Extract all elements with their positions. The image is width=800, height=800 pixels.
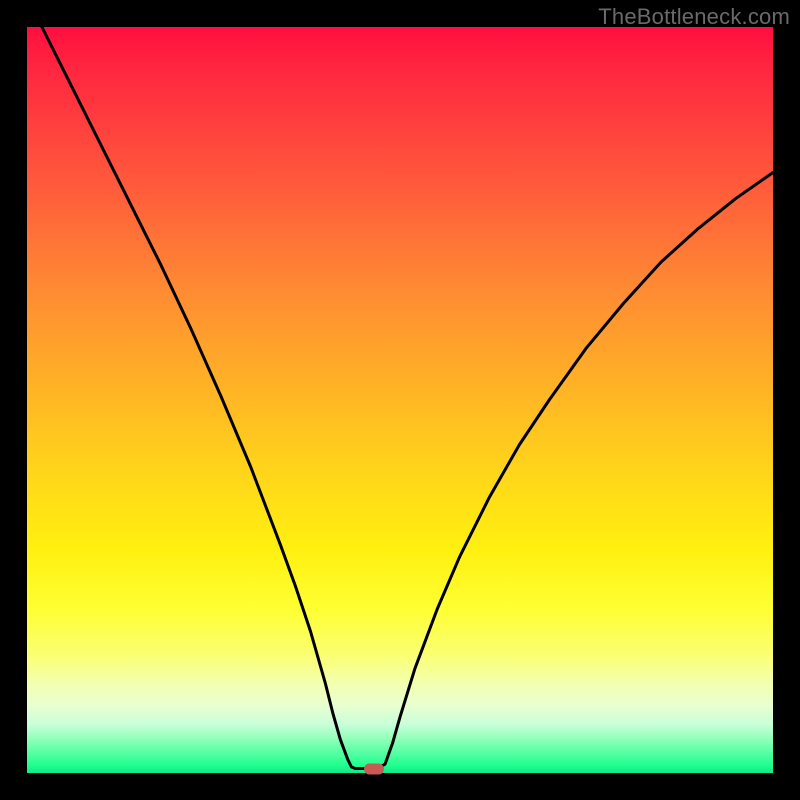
chart-frame: TheBottleneck.com [0,0,800,800]
bottleneck-marker [364,763,384,774]
curve-svg [27,27,773,773]
bottleneck-curve [42,27,773,769]
plot-area [27,27,773,773]
